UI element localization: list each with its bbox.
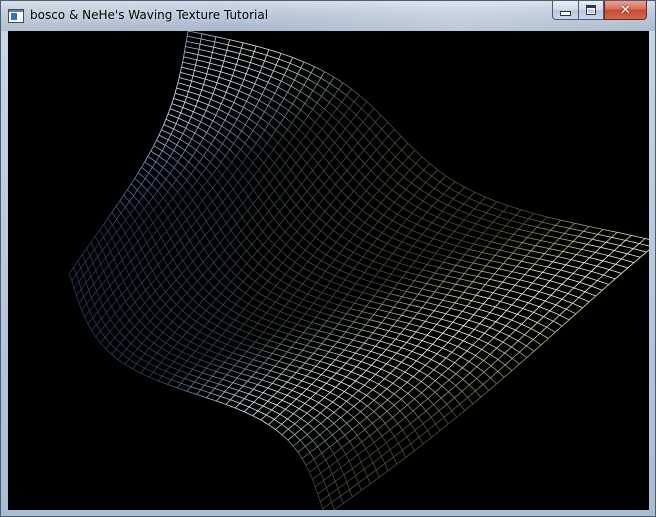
close-icon: ✕	[620, 2, 631, 18]
app-icon[interactable]	[8, 9, 24, 23]
opengl-viewport[interactable]	[8, 31, 649, 510]
window-controls: ✕	[552, 1, 647, 21]
maximize-button[interactable]	[578, 1, 604, 20]
waving-flag-wireframe	[68, 31, 649, 510]
window-title: bosco & NeHe's Waving Texture Tutorial	[30, 8, 269, 22]
wireframe-grid	[68, 31, 649, 510]
minimize-button[interactable]	[552, 1, 578, 20]
app-window: bosco & NeHe's Waving Texture Tutorial ✕	[0, 0, 656, 517]
close-button[interactable]: ✕	[604, 1, 647, 20]
minimize-icon	[560, 10, 571, 16]
title-bar[interactable]: bosco & NeHe's Waving Texture Tutorial ✕	[1, 1, 655, 31]
maximize-icon	[586, 5, 596, 15]
